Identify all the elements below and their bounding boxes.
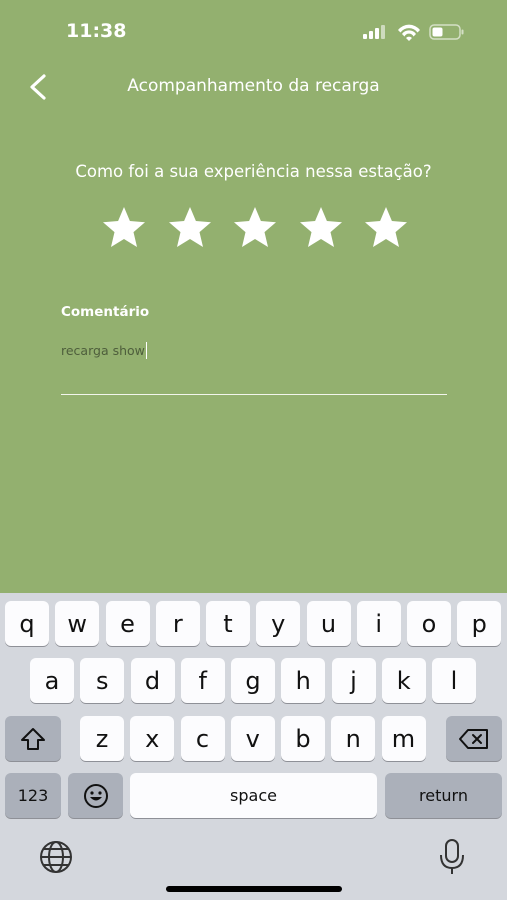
space-key[interactable]: space <box>130 773 377 818</box>
star-icon-5[interactable] <box>362 204 410 252</box>
status-icons <box>363 24 464 41</box>
key-j[interactable]: j <box>331 658 376 703</box>
star-icon-1[interactable] <box>100 204 148 252</box>
nav-bar: Acompanhamento da recarga <box>0 62 507 112</box>
shift-key[interactable] <box>5 716 61 761</box>
keyboard: qwertyuiop asdfghjkl zxcvbnm 123 space r… <box>0 593 507 900</box>
comment-label: Comentário <box>61 304 150 320</box>
key-t[interactable]: t <box>206 601 250 646</box>
numbers-key[interactable]: 123 <box>5 773 61 818</box>
key-w[interactable]: w <box>55 601 100 646</box>
comment-value: recarga show <box>61 342 148 359</box>
key-a[interactable]: a <box>30 658 74 703</box>
return-key[interactable]: return <box>385 773 502 818</box>
signal-icon <box>363 25 385 39</box>
globe-icon[interactable] <box>36 839 76 875</box>
key-g[interactable]: g <box>231 658 275 703</box>
key-i[interactable]: i <box>356 601 401 646</box>
key-u[interactable]: u <box>306 601 351 646</box>
shift-arrow-icon <box>21 727 45 750</box>
key-h[interactable]: h <box>281 658 326 703</box>
star-icon-3[interactable] <box>231 204 279 252</box>
battery-icon <box>429 24 464 40</box>
key-v[interactable]: v <box>230 716 275 761</box>
wifi-icon <box>398 24 420 41</box>
microphone-icon[interactable] <box>436 837 468 877</box>
key-l[interactable]: l <box>432 658 476 703</box>
star-rating <box>100 204 410 252</box>
key-f[interactable]: f <box>180 658 225 703</box>
key-e[interactable]: e <box>105 601 150 646</box>
key-r[interactable]: r <box>155 601 200 646</box>
key-p[interactable]: p <box>457 601 502 646</box>
star-icon-4[interactable] <box>297 204 345 252</box>
home-indicator <box>166 886 342 892</box>
key-y[interactable]: y <box>256 601 301 646</box>
page-title: Acompanhamento da recarga <box>127 76 380 96</box>
key-n[interactable]: n <box>331 716 376 761</box>
key-z[interactable]: z <box>80 716 124 761</box>
rating-question: Como foi a sua experiência nessa estação… <box>75 162 432 181</box>
star-icon-2[interactable] <box>166 204 214 252</box>
key-x[interactable]: x <box>130 716 175 761</box>
key-d[interactable]: d <box>130 658 175 703</box>
key-o[interactable]: o <box>407 601 451 646</box>
text-caret <box>145 342 148 359</box>
emoji-key[interactable] <box>68 773 123 818</box>
key-q[interactable]: q <box>5 601 49 646</box>
comment-input[interactable]: recarga show <box>61 336 447 395</box>
key-s[interactable]: s <box>80 658 125 703</box>
key-b[interactable]: b <box>281 716 325 761</box>
status-time: 11:38 <box>66 20 127 42</box>
emoji-icon <box>83 783 108 808</box>
delete-key[interactable] <box>446 716 502 761</box>
backspace-icon <box>459 728 488 749</box>
key-k[interactable]: k <box>381 658 426 703</box>
key-m[interactable]: m <box>381 716 426 761</box>
status-bar: 11:38 <box>0 0 507 62</box>
key-c[interactable]: c <box>180 716 225 761</box>
comment-text: recarga show <box>61 343 145 358</box>
